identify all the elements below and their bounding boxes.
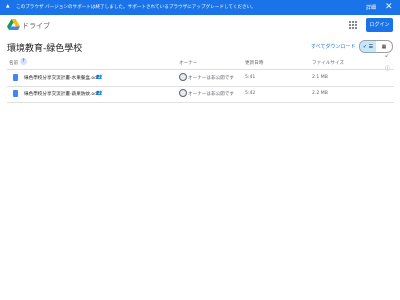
app-header: ドライブ ログイン <box>0 15 400 36</box>
divider <box>7 102 394 103</box>
file-owner: オーナーは非公開です <box>188 92 234 97</box>
file-name[interactable]: 綠色學校分享交流計畫-蔬果防蚊.odt <box>24 91 99 97</box>
column-header-row: 名前 ↑ オーナー 更新日時 ファイルサイズ <box>0 55 400 69</box>
column-owner: オーナー <box>179 61 198 66</box>
unsupported-browser-banner: ▲ このブラウザ バージョンのサポートは終了しました。サポートされているブラウザ… <box>0 0 400 15</box>
warning-icon: ▲ <box>6 4 10 9</box>
people-icon: 👥 <box>96 74 103 80</box>
column-size[interactable]: ファイルサイズ <box>312 60 344 66</box>
file-name[interactable]: 綠色學校分享交流計畫-水果餐盒.odt <box>24 75 99 81</box>
login-button[interactable]: ログイン <box>366 18 393 32</box>
app-name[interactable]: ドライブ <box>22 21 50 31</box>
table-row[interactable]: 綠色學校分享交流計畫-蔬果防蚊.odt 👥 オーナーは非公開です 5:42 2.… <box>0 86 400 102</box>
column-modified[interactable]: 更新日時 <box>245 60 263 66</box>
file-modified: 5:41 <box>245 75 256 80</box>
grid-view-button[interactable]: ▦ <box>376 41 392 52</box>
file-size: 2.1 MB <box>312 75 328 80</box>
details-link[interactable]: 詳細 <box>366 4 376 11</box>
folder-title: 環境教育-緑色學校 <box>7 44 83 54</box>
file-size: 2.2 MB <box>312 91 328 96</box>
google-drive-logo[interactable] <box>7 19 20 31</box>
document-icon <box>13 74 18 81</box>
document-icon <box>13 90 18 97</box>
owner-avatar-icon <box>179 73 187 81</box>
sort-arrow-icon[interactable]: ↑ <box>20 58 27 65</box>
view-toggle[interactable]: ✓ ☰ ▦ <box>359 40 393 53</box>
file-modified: 5:42 <box>245 91 256 96</box>
people-icon: 👥 <box>96 90 103 96</box>
column-name[interactable]: 名前 <box>9 60 18 66</box>
banner-message: このブラウザ バージョンのサポートは終了しました。サポートされているブラウザにア… <box>16 5 256 10</box>
download-all-button[interactable]: すべてダウンロード <box>311 43 355 50</box>
file-owner: オーナーは非公開です <box>188 76 234 81</box>
owner-avatar-icon <box>179 89 187 97</box>
close-icon[interactable]: ✕ <box>385 2 393 12</box>
apps-grid-icon[interactable] <box>348 20 358 30</box>
list-view-button[interactable]: ✓ ☰ <box>360 41 376 52</box>
table-row[interactable]: 綠色學校分享交流計畫-水果餐盒.odt 👥 オーナーは非公開です 5:41 2.… <box>0 70 400 86</box>
